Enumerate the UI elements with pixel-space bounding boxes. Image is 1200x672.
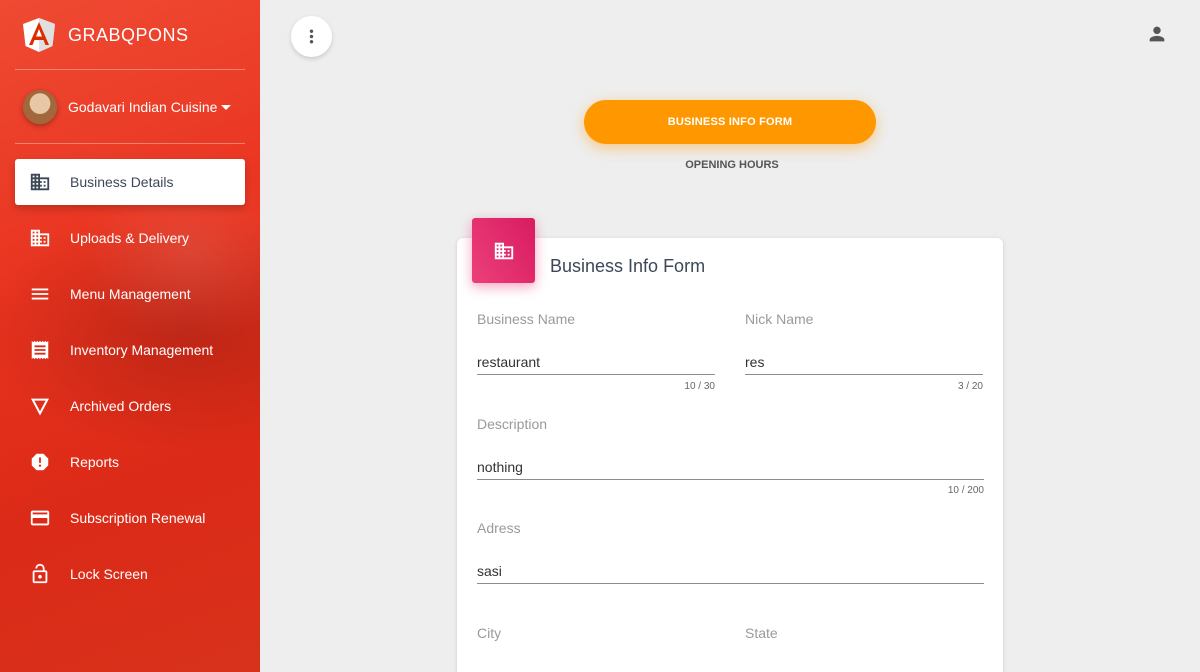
- sidebar: GRABQPONS Godavari Indian Cuisine Busine…: [0, 0, 260, 672]
- sidebar-item-label: Menu Management: [70, 286, 191, 302]
- credit-card-icon: [30, 510, 50, 526]
- tab-business-info-form[interactable]: BUSINESS INFO FORM: [584, 100, 876, 144]
- caret-down-icon[interactable]: [221, 105, 231, 110]
- angular-logo-icon: [23, 18, 55, 52]
- lock-icon: [32, 563, 48, 584]
- receipt-icon: [31, 340, 49, 360]
- sidebar-item-label: Inventory Management: [70, 342, 214, 358]
- description-input[interactable]: nothing: [477, 459, 523, 475]
- address-underline: [477, 583, 984, 584]
- card-title: Business Info Form: [550, 256, 706, 276]
- sidebar-item-subscription-renewal[interactable]: Subscription Renewal: [15, 495, 245, 541]
- sidebar-item-inventory-management[interactable]: Inventory Management: [15, 327, 245, 373]
- business-name-input[interactable]: restaurant: [477, 354, 540, 370]
- card-header-icon: [472, 218, 535, 283]
- business-info-card: [457, 238, 1003, 672]
- user-name: Godavari Indian Cuisine: [68, 99, 218, 115]
- sidebar-item-reports[interactable]: Reports: [15, 439, 245, 485]
- sidebar-item-business-details[interactable]: Business Details: [15, 159, 245, 205]
- nick-name-underline: [745, 374, 983, 375]
- tab-opening-hours[interactable]: OPENING HOURS: [584, 150, 880, 180]
- description-underline: [477, 479, 984, 480]
- description-label: Description: [477, 416, 548, 432]
- sidebar-item-menu-management[interactable]: Menu Management: [15, 271, 245, 317]
- sidebar-item-archived-orders[interactable]: Archived Orders: [15, 383, 245, 429]
- sidebar-item-label: Uploads & Delivery: [70, 230, 190, 246]
- sidebar-item-label: Archived Orders: [70, 398, 172, 414]
- sidebar-item-uploads-delivery[interactable]: Uploads & Delivery: [15, 215, 245, 261]
- sidebar-item-label: Reports: [70, 454, 120, 470]
- menu-lines-icon: [31, 288, 49, 300]
- brand-name: GRABQPONS: [68, 25, 189, 45]
- brand[interactable]: GRABQPONS: [15, 0, 245, 70]
- nick-name-input[interactable]: res: [745, 354, 764, 370]
- business-name-underline: [477, 374, 715, 375]
- building-icon: [30, 173, 50, 191]
- more-vert-icon: [309, 29, 314, 44]
- building-icon: [30, 229, 50, 247]
- address-label: Adress: [477, 520, 521, 536]
- sidebar-item-label: Business Details: [70, 174, 174, 190]
- sidebar-item-label: Lock Screen: [70, 566, 148, 582]
- triangle-down-icon: [30, 398, 50, 416]
- sidebar-item-lock-screen[interactable]: Lock Screen: [15, 551, 245, 597]
- building-icon: [494, 242, 514, 260]
- more-options-button[interactable]: [291, 16, 332, 57]
- business-name-counter: 10 / 30: [684, 381, 715, 392]
- avatar: [23, 90, 57, 124]
- business-name-label: Business Name: [477, 311, 576, 327]
- alert-octagon-icon: [31, 453, 49, 471]
- user-profile[interactable]: Godavari Indian Cuisine: [15, 70, 245, 144]
- nick-name-counter: 3 / 20: [957, 381, 983, 392]
- person-icon[interactable]: [1146, 23, 1168, 45]
- nick-name-label: Nick Name: [745, 311, 814, 327]
- state-label: State: [745, 625, 778, 641]
- sidebar-item-label: Subscription Renewal: [70, 510, 206, 526]
- sidebar-nav: Business Details Uploads & Delivery Menu…: [15, 159, 245, 607]
- description-counter: 10 / 200: [947, 485, 984, 496]
- address-input[interactable]: sasi: [477, 563, 502, 579]
- city-label: City: [477, 625, 502, 641]
